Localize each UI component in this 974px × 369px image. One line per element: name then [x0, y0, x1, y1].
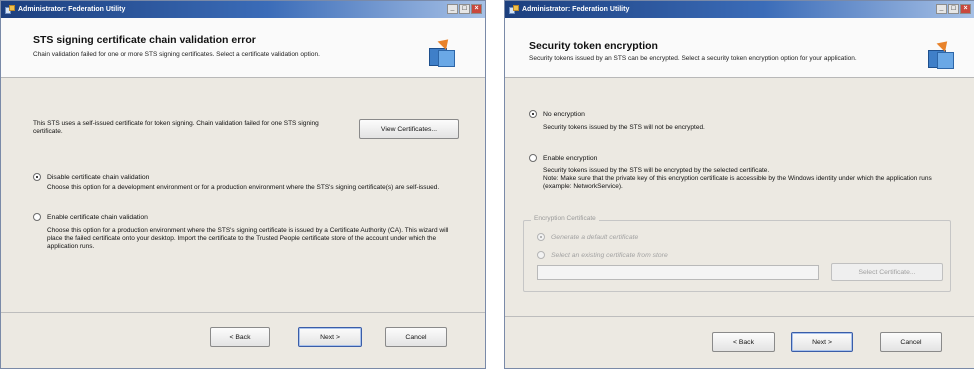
- wizard-header: STS signing certificate chain validation…: [1, 18, 485, 78]
- federation-utility-icon: [5, 4, 15, 15]
- back-button[interactable]: < Back: [712, 332, 775, 352]
- page-subtitle: Security tokens issued by an STS can be …: [529, 55, 857, 62]
- disable-chain-validation-description: Choose this option for a development env…: [47, 184, 440, 191]
- select-existing-certificate-radio: [537, 251, 545, 259]
- generate-default-certificate-option: Generate a default certificate: [537, 233, 638, 241]
- wizard-certificate-icon: [427, 35, 457, 68]
- footer-separator: [1, 312, 485, 313]
- window-title: Administrator: Federation Utility: [522, 6, 630, 13]
- view-certificates-button[interactable]: View Certificates...: [359, 119, 459, 139]
- generate-default-certificate-radio: [537, 233, 545, 241]
- cancel-button[interactable]: Cancel: [385, 327, 447, 347]
- wizard-header: Security token encryption Security token…: [505, 18, 974, 78]
- encryption-note: Note: Make sure that the private key of …: [543, 175, 932, 190]
- no-encryption-option[interactable]: No encryption: [529, 110, 585, 118]
- title-bar[interactable]: Administrator: Federation Utility _ □ ×: [505, 1, 974, 18]
- select-existing-certificate-option: Select an existing certificate from stor…: [537, 251, 668, 259]
- federation-utility-icon: [509, 4, 519, 15]
- no-encryption-radio[interactable]: [529, 110, 537, 118]
- cancel-button[interactable]: Cancel: [880, 332, 942, 352]
- enable-chain-validation-description: Choose this option for a production envi…: [47, 227, 449, 250]
- page-subtitle: Chain validation failed for one or more …: [33, 51, 320, 58]
- disable-chain-validation-label: Disable certificate chain validation: [47, 173, 150, 181]
- enable-chain-validation-option[interactable]: Enable certificate chain validation: [33, 213, 148, 221]
- next-button[interactable]: Next >: [791, 332, 853, 352]
- select-existing-certificate-label: Select an existing certificate from stor…: [551, 251, 668, 259]
- certificate-path-field: [537, 265, 819, 280]
- page-title: STS signing certificate chain validation…: [33, 34, 256, 46]
- footer-separator: [505, 316, 974, 317]
- next-button[interactable]: Next >: [298, 327, 362, 347]
- minimize-button[interactable]: _: [936, 4, 947, 14]
- wizard-certificate-icon: [926, 37, 956, 70]
- window-controls: _ □ ×: [447, 4, 482, 14]
- title-bar[interactable]: Administrator: Federation Utility _ □ ×: [1, 1, 485, 18]
- select-certificate-button: Select Certificate...: [831, 263, 943, 281]
- disable-chain-validation-radio[interactable]: [33, 173, 41, 181]
- close-button[interactable]: ×: [471, 4, 482, 14]
- window-controls: _ □ ×: [936, 4, 971, 14]
- window-title: Administrator: Federation Utility: [18, 6, 126, 13]
- maximize-button[interactable]: □: [948, 4, 959, 14]
- back-button[interactable]: < Back: [210, 327, 270, 347]
- page-title: Security token encryption: [529, 40, 658, 52]
- enable-encryption-option[interactable]: Enable encryption: [529, 154, 597, 162]
- enable-encryption-description: Security tokens issued by the STS will b…: [543, 167, 770, 174]
- enable-chain-validation-radio[interactable]: [33, 213, 41, 221]
- maximize-button[interactable]: □: [459, 4, 470, 14]
- enable-chain-validation-label: Enable certificate chain validation: [47, 213, 148, 221]
- disable-chain-validation-option[interactable]: Disable certificate chain validation: [33, 173, 149, 181]
- intro-text: This STS uses a self-issued certificate …: [33, 120, 319, 135]
- chain-validation-window: Administrator: Federation Utility _ □ × …: [0, 0, 486, 369]
- token-encryption-window: Administrator: Federation Utility _ □ × …: [504, 0, 974, 369]
- enable-encryption-label: Enable encryption: [543, 154, 598, 162]
- minimize-button[interactable]: _: [447, 4, 458, 14]
- enable-encryption-radio[interactable]: [529, 154, 537, 162]
- close-button[interactable]: ×: [960, 4, 971, 14]
- no-encryption-label: No encryption: [543, 110, 585, 118]
- no-encryption-description: Security tokens issued by the STS will n…: [543, 124, 705, 131]
- encryption-certificate-group-title: Encryption Certificate: [531, 215, 599, 222]
- generate-default-certificate-label: Generate a default certificate: [551, 233, 639, 241]
